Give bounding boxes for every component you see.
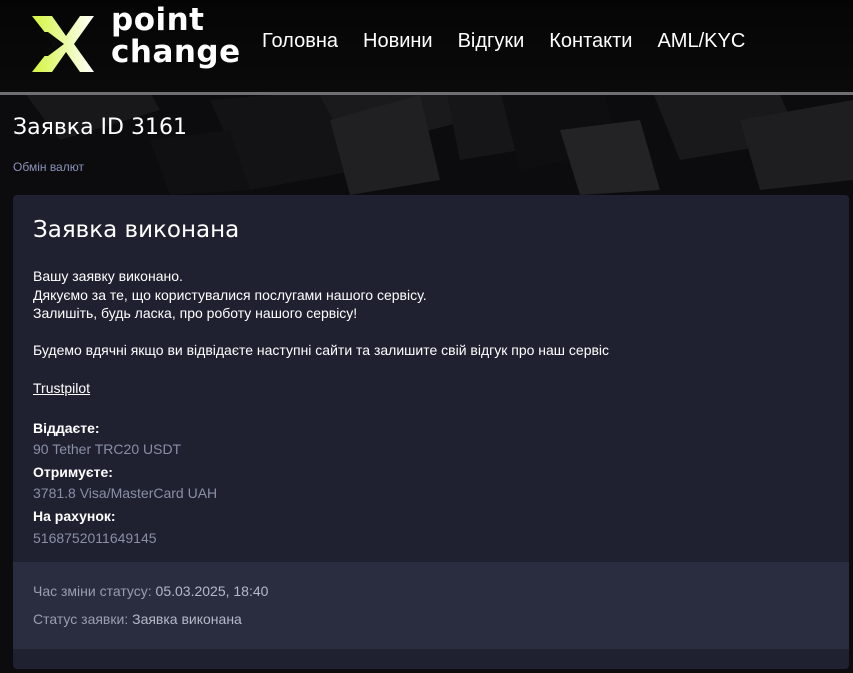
status-value: Заявка виконана (132, 611, 242, 627)
page-title: Заявка ID 3161 (13, 115, 187, 140)
status-label: Статус заявки: (33, 611, 129, 627)
site-header: point change Головна Новини Відгуки Конт… (0, 0, 853, 92)
trustpilot-link[interactable]: Trustpilot (33, 380, 90, 396)
give-label: Віддаєте: (33, 420, 100, 436)
receive-label: Отримуєте: (33, 464, 113, 480)
header-divider (0, 92, 853, 95)
status-time-value: 05.03.2025, 18:40 (155, 583, 269, 599)
status-time-row: Час зміни статусу: 05.03.2025, 18:40 (33, 583, 268, 599)
message-line: Залишіть, будь ласка, про роботу нашого … (33, 305, 358, 321)
order-message: Вашу заявку виконано. Дякуємо за те, що … (33, 267, 427, 323)
nav-home[interactable]: Головна (262, 30, 338, 53)
account-value: 5168752011649145 (33, 530, 157, 546)
order-card: Заявка виконана Вашу заявку виконано. Дя… (13, 195, 849, 669)
logo-text: point change (111, 4, 241, 68)
status-time-label: Час зміни статусу: (33, 583, 152, 599)
nav-reviews[interactable]: Відгуки (458, 30, 525, 53)
nav-aml-kyc[interactable]: AML/KYC (657, 30, 745, 53)
account-label: На рахунок: (33, 508, 116, 524)
message-line: Дякуємо за те, що користувалися послугам… (33, 286, 427, 303)
logo-line1: point (111, 2, 205, 38)
give-value: 90 Tether TRC20 USDT (33, 441, 182, 457)
status-panel: Час зміни статусу: 05.03.2025, 18:40 Ста… (13, 562, 849, 649)
receive-value: 3781.8 Visa/MasterCard UAH (33, 485, 218, 501)
status-row: Статус заявки: Заявка виконана (33, 611, 242, 627)
nav-contacts[interactable]: Контакти (549, 30, 632, 53)
message-line: Вашу заявку виконано. (33, 268, 183, 284)
nav-news[interactable]: Новини (363, 30, 433, 53)
breadcrumb-exchange[interactable]: Обмін валют (13, 160, 84, 174)
order-status-title: Заявка виконана (33, 217, 240, 243)
main-nav: Головна Новини Відгуки Контакти AML/KYC (262, 30, 770, 53)
review-request-text: Будемо вдячні якщо ви відвідаєте наступн… (33, 342, 610, 358)
logo-line2: change (111, 34, 241, 70)
